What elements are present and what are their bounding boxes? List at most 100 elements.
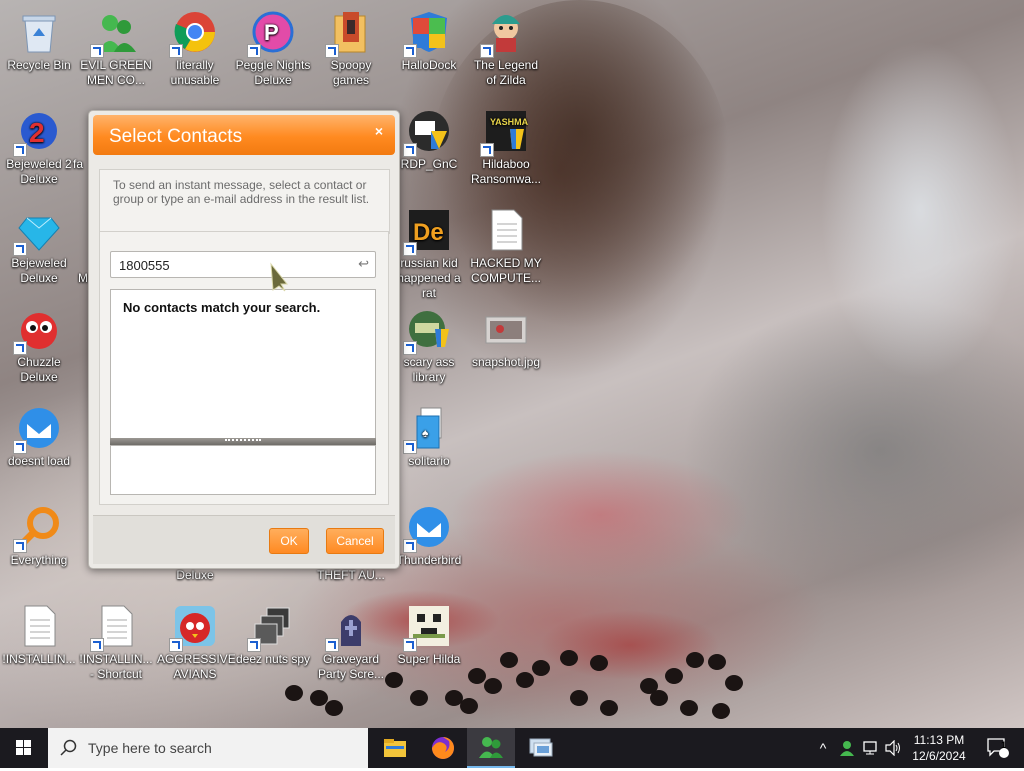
desktop-icon-label: EVIL GREEN MEN CO... <box>80 58 152 87</box>
chuzzle-icon <box>13 305 63 355</box>
shortcut-arrow-icon <box>169 44 183 58</box>
desktop-icon-label: russian kid happened a rat <box>397 256 461 300</box>
tray-network[interactable] <box>860 728 882 768</box>
desktop-icon-label: !INSTALLIN... - Shortcut <box>79 652 153 681</box>
shortcut-arrow-icon <box>247 44 261 58</box>
clock-date: 12/6/2024 <box>912 749 966 763</box>
graveyard-icon <box>325 602 375 652</box>
yashma-icon: YASHMA <box>480 107 530 157</box>
shield-icon <box>403 8 453 58</box>
desktop-icon-label: Thunderbird <box>396 553 462 567</box>
contact-results-list[interactable]: No contacts match your search. <box>110 289 376 439</box>
taskbar-search-box[interactable]: Type here to search <box>48 728 368 768</box>
taskbar-app-remote-desktop[interactable] <box>517 728 565 768</box>
desktop-icon-legend-of-zilda[interactable]: The Legend of Zilda <box>468 4 544 88</box>
cancel-button[interactable]: Cancel <box>326 528 384 554</box>
splitter-grip-icon <box>225 439 261 444</box>
desktop-icon-recycle-bin[interactable]: Recycle Bin <box>1 4 77 73</box>
svg-text:De: De <box>413 219 444 246</box>
desktop-icon-label: HACKED MY COMPUTE... <box>470 256 542 285</box>
recycle-bin-icon <box>15 8 63 56</box>
taskbar-app-messenger[interactable] <box>467 728 515 768</box>
desktop-icon-label: RDP_GnC <box>400 157 458 171</box>
selected-contacts-area[interactable] <box>110 445 376 495</box>
desktop-icon-everything[interactable]: Everything <box>1 499 77 568</box>
desktop-icon-label: deez nuts spy <box>235 652 311 666</box>
desktop-icon-hildaboo[interactable]: YASHMA Hildaboo Ransomwa... <box>468 103 544 187</box>
desktop-icon-label: Graveyard Party Scre... <box>317 652 385 681</box>
desktop-icon-theft-au[interactable]: THEFT AU... <box>313 568 389 583</box>
shortcut-arrow-icon <box>403 539 417 553</box>
desktop-icon-spoopy-games[interactable]: Spoopy games <box>313 4 389 88</box>
shortcut-arrow-icon <box>13 440 27 454</box>
library-icon <box>403 305 453 355</box>
desktop-icon-scary-ass-library[interactable]: scary ass library <box>391 301 467 385</box>
search-icon <box>60 739 77 756</box>
desktop-icon-installing-1[interactable]: !INSTALLIN... <box>1 598 77 667</box>
windows-stack-icon <box>247 602 297 652</box>
desktop-icon-doesnt-load[interactable]: doesnt load <box>1 400 77 469</box>
svg-text:P: P <box>264 20 279 45</box>
desktop-icon-snapshot[interactable]: snapshot.jpg <box>468 301 544 370</box>
notification-count: 1 <box>1001 740 1007 750</box>
desktop-icon-chuzzle[interactable]: Chuzzle Deluxe <box>1 301 77 385</box>
desktop-icon-hacked-my-computer[interactable]: HACKED MY COMPUTE... <box>468 202 544 286</box>
de-icon: De <box>403 206 453 256</box>
close-icon[interactable]: × <box>375 123 383 139</box>
desktop-icon-deez-nuts-spy[interactable]: deez nuts spy <box>235 598 311 667</box>
firefox-icon <box>432 737 454 759</box>
desktop-icon-hallodock[interactable]: HalloDock <box>391 4 467 73</box>
desktop-icon-russian-kid[interactable]: De russian kid happened a rat <box>391 202 467 301</box>
desktop-icon-label: AGGRESSIVE AVIANS <box>157 652 236 681</box>
tray-messenger[interactable] <box>836 728 858 768</box>
shortcut-arrow-icon <box>13 143 27 157</box>
shortcut-arrow-icon <box>13 539 27 553</box>
shortcut-arrow-icon <box>403 242 417 256</box>
desktop-icon-literally-unusable[interactable]: literally unusable <box>157 4 233 88</box>
taskbar-app-firefox[interactable] <box>419 728 467 768</box>
taskbar-clock[interactable]: 11:13 PM 12/6/2024 <box>906 732 972 764</box>
desktop-icon-label: Super Hilda <box>397 652 461 666</box>
desktop-icon-label: Chuzzle Deluxe <box>17 355 61 384</box>
desktop-icon-label: literally unusable <box>170 58 220 87</box>
desktop-icon-solitario[interactable]: ♠ solitario <box>391 400 467 469</box>
zilda-icon <box>480 8 530 58</box>
desktop-icon-thunderbird[interactable]: Thunderbird <box>391 499 467 568</box>
chrome-icon <box>169 8 219 58</box>
messenger-tray-icon <box>840 741 854 756</box>
desktop-icon-evil-green-men[interactable]: EVIL GREEN MEN CO... <box>78 4 154 88</box>
angry-bird-icon <box>169 602 219 652</box>
desktop-icon-bejeweled-2[interactable]: 2 Bejeweled 2 Deluxe <box>1 103 77 187</box>
contact-search-input[interactable]: 1800555 ↩ <box>110 251 376 278</box>
desktop-icon-label: Deluxe <box>176 568 214 582</box>
desktop-icon-fa-partial[interactable]: fa <box>43 157 83 172</box>
select-contacts-dialog: Select Contacts × To send an instant mes… <box>88 110 400 569</box>
shortcut-arrow-icon <box>403 44 417 58</box>
taskbar-app-file-explorer[interactable] <box>371 728 419 768</box>
speaker-icon <box>885 740 900 756</box>
start-button[interactable] <box>0 728 48 768</box>
desktop-icon-m-partial[interactable]: M <box>43 271 88 286</box>
dialog-titlebar[interactable]: Select Contacts × <box>93 115 395 155</box>
clear-search-icon[interactable]: ↩ <box>358 256 369 272</box>
desktop-icon-label: M <box>78 271 88 285</box>
ok-button[interactable]: OK <box>269 528 309 554</box>
desktop-icon-aggressive-avians[interactable]: AGGRESSIVE AVIANS <box>157 598 236 682</box>
panel-splitter[interactable] <box>110 438 376 445</box>
tray-overflow-chevron[interactable]: ^ <box>813 728 833 768</box>
action-center-button[interactable]: 1 <box>978 728 1018 768</box>
desktop-icon-peggle-nights[interactable]: P Peggle Nights Deluxe <box>235 4 311 88</box>
tray-volume[interactable] <box>882 728 904 768</box>
desktop-icon-label: THEFT AU... <box>317 568 385 582</box>
desktop-icon-installing-2[interactable]: !INSTALLIN... - Shortcut <box>78 598 154 682</box>
shortcut-arrow-icon <box>403 638 417 652</box>
notification-icon <box>987 738 1009 758</box>
desktop-icon-super-hilda[interactable]: Super Hilda <box>391 598 467 667</box>
desktop-icon-rdp-gnc[interactable]: RDP_GnC <box>391 103 467 172</box>
desktop-icon-label: Spoopy games <box>330 58 372 87</box>
dialog-title: Select Contacts <box>109 126 243 147</box>
desktop-icon-graveyard-party[interactable]: Graveyard Party Scre... <box>313 598 389 682</box>
document-icon <box>90 602 140 652</box>
desktop-icon-deluxe-partial[interactable]: Deluxe <box>157 568 233 583</box>
shortcut-arrow-icon <box>325 638 339 652</box>
